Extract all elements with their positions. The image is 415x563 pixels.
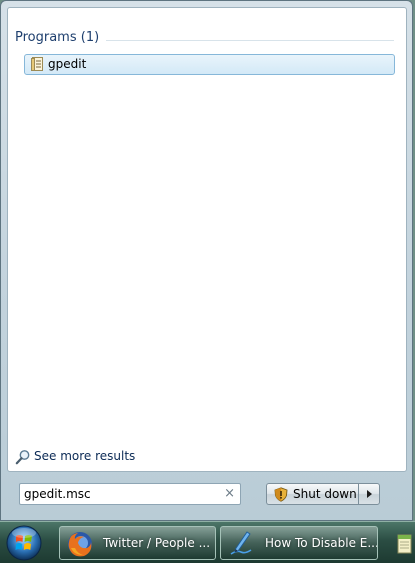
firefox-icon — [68, 532, 92, 557]
result-item-gpedit[interactable]: gpedit — [24, 54, 395, 75]
taskbar-button-label: How To Disable E... — [265, 536, 378, 550]
start-orb-icon[interactable] — [4, 524, 44, 562]
result-item-label: gpedit — [48, 57, 87, 71]
search-results-pane: Programs (1) gpedit See more results — [7, 7, 407, 472]
taskbar: Twitter / People ... How To Disable E... — [0, 521, 415, 563]
taskbar-button-twitter[interactable]: Twitter / People ... — [59, 526, 216, 560]
chevron-right-icon — [367, 490, 372, 498]
see-more-results-label: See more results — [34, 449, 136, 463]
taskbar-button-label: Twitter / People ... — [103, 536, 211, 550]
shut-down-options-button[interactable] — [358, 483, 380, 505]
taskbar-button-writer[interactable]: How To Disable E... — [220, 526, 378, 560]
shut-down-button[interactable]: Shut down — [266, 483, 359, 505]
shut-down-label: Shut down — [293, 487, 357, 501]
search-icon — [15, 450, 30, 465]
writer-pen-icon — [230, 531, 252, 555]
search-input[interactable] — [24, 486, 214, 502]
document-icon — [31, 57, 43, 71]
programs-group-header[interactable]: Programs (1) — [15, 30, 99, 45]
group-divider — [106, 40, 394, 41]
clear-search-icon[interactable]: × — [224, 485, 235, 503]
search-box[interactable]: × — [19, 483, 241, 505]
shield-icon — [274, 487, 288, 502]
notepad-icon[interactable] — [396, 530, 412, 556]
start-menu: Programs (1) gpedit See more results × — [0, 0, 413, 521]
